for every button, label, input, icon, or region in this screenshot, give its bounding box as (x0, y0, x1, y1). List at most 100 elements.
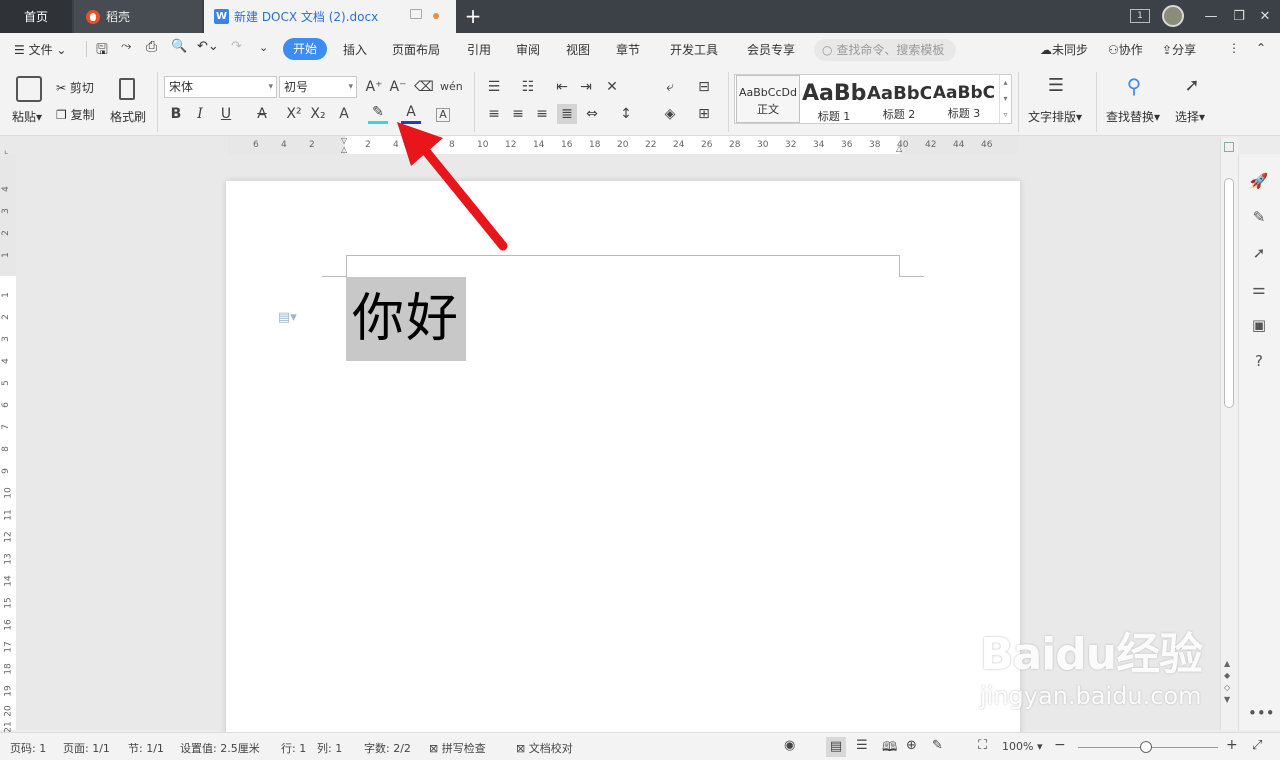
style-scroll-icon[interactable]: ▴ ▾ ▿ (999, 75, 1011, 123)
sliders-icon[interactable]: ⚌ (1248, 278, 1270, 300)
find-replace-button[interactable]: 查找替换▾ (1106, 108, 1160, 125)
strikethrough-icon[interactable]: A (252, 104, 272, 124)
font-size-select[interactable]: 初号 (279, 76, 357, 98)
shading-icon[interactable]: ◈ (660, 104, 680, 124)
more-dots-icon[interactable]: ••• (1248, 702, 1275, 724)
vertical-ruler[interactable]: 4 3 2 1 1 2 3 4 5 6 7 8 9 10 11 12 13 14 15 16 17 18 19 20 21 (0, 154, 16, 733)
avatar[interactable] (1162, 5, 1184, 27)
page-nav-icon[interactable]: ▲ ◆ ◇ ▼ (1224, 658, 1230, 706)
italic-icon[interactable]: I (190, 104, 210, 124)
zoom-slider-thumb[interactable] (1140, 741, 1152, 753)
print-preview-icon[interactable]: 🔍 (171, 39, 187, 54)
print-icon[interactable]: ⎙ (146, 39, 157, 55)
justify-icon[interactable]: ≣ (557, 104, 577, 124)
status-pages[interactable]: 页面: 1/1 (63, 740, 110, 756)
rocket-icon[interactable]: 🚀 (1248, 170, 1270, 192)
decrease-indent-icon[interactable]: ⇤ (552, 77, 572, 97)
screen-icon[interactable] (410, 9, 422, 19)
brush-icon[interactable] (119, 78, 135, 100)
phonetic-icon[interactable]: wén (440, 77, 463, 97)
horizontal-ruler[interactable]: 6 4 2 2 4 8 10 12 14 16 18 20 22 24 26 28 30 32 34 36 38 40 42… (228, 136, 1018, 154)
numbered-list-icon[interactable]: ☷ (518, 77, 538, 97)
style-heading-1[interactable]: AaBb 标题 1 (802, 75, 866, 123)
menu-start[interactable]: 开始 (283, 38, 327, 60)
selected-text[interactable]: 你好 (346, 277, 466, 361)
file-menu[interactable]: ☰ 文件 ⌄ (14, 41, 66, 58)
customize-icon[interactable]: ⌄ (259, 41, 268, 54)
status-col[interactable]: 列: 1 (317, 740, 342, 756)
superscript-icon[interactable]: X² (284, 104, 304, 124)
outline-view-icon[interactable]: ☰ (856, 738, 868, 753)
bold-icon[interactable]: B (166, 104, 186, 124)
redo-icon[interactable]: ↷ (231, 39, 242, 54)
fit-page-icon[interactable]: ⛶ (978, 738, 987, 753)
borders-icon[interactable]: ⊞ (694, 104, 714, 124)
eye-icon[interactable]: ◉ (784, 738, 795, 753)
text-effect-icon[interactable]: A (334, 104, 354, 124)
page-view-icon[interactable]: ▤ (826, 737, 846, 757)
scroll-thumb[interactable] (1224, 178, 1234, 408)
paste-icon[interactable] (16, 76, 42, 102)
menu-references[interactable]: 引用 (467, 41, 491, 58)
pen-icon[interactable]: ✎ (1248, 206, 1270, 228)
pointer-icon[interactable]: ➚ (1248, 242, 1270, 264)
status-setting[interactable]: 设置值: 2.5厘米 (180, 740, 260, 756)
status-row[interactable]: 行: 1 (281, 740, 306, 756)
paragraph-mark-icon[interactable]: ⤶ (660, 77, 680, 97)
tab-document[interactable]: W 新建 DOCX 文档 (2).docx (204, 0, 456, 33)
right-indent-marker-icon[interactable]: △ (896, 144, 904, 153)
chinese-layout-icon[interactable]: ✕ (602, 77, 622, 97)
tab-home[interactable]: 首页 (0, 0, 72, 33)
share-button[interactable]: ⇪分享 (1162, 41, 1196, 58)
fullscreen-icon[interactable]: ⤢ (1252, 738, 1262, 753)
unsync-button[interactable]: ☁未同步 (1040, 41, 1088, 58)
collapse-ribbon-icon[interactable]: ⌃ (1256, 41, 1266, 55)
select-button[interactable]: 选择▾ (1175, 108, 1205, 125)
scroll-top-icon[interactable] (1224, 142, 1234, 152)
bullet-list-icon[interactable]: ☰ (484, 77, 504, 97)
clear-format-icon[interactable]: ⌫ (414, 77, 434, 97)
proofread-button[interactable]: ⊠ 文档校对 (516, 740, 573, 756)
indent-marker-icon[interactable]: ▽ △ (341, 136, 349, 154)
web-view-icon[interactable]: ⊕ (906, 738, 917, 753)
backup-icon[interactable]: ▣ (1248, 314, 1270, 336)
menu-section[interactable]: 章节 (616, 41, 640, 58)
menu-member[interactable]: 会员专享 (747, 41, 795, 58)
status-section[interactable]: 节: 1/1 (128, 740, 164, 756)
style-heading-2[interactable]: AaBbC 标题 2 (867, 75, 931, 123)
write-view-icon[interactable]: ✎ (932, 738, 943, 753)
shrink-font-icon[interactable]: A⁻ (388, 77, 408, 97)
grow-font-icon[interactable]: A⁺ (364, 77, 384, 97)
style-heading-3[interactable]: AaBbC 标题 3 (932, 75, 996, 123)
tab-daoke[interactable]: 稻壳 (74, 0, 202, 33)
menu-view[interactable]: 视图 (566, 41, 590, 58)
zoom-select[interactable]: 100% ▾ (1002, 740, 1042, 753)
status-page[interactable]: 页码: 1 (10, 740, 46, 756)
font-name-select[interactable]: 宋体 (164, 76, 277, 98)
format-painter-button[interactable]: 格式刷 (110, 108, 146, 125)
help-icon[interactable]: ? (1248, 350, 1270, 372)
zoom-out-icon[interactable]: − (1054, 737, 1066, 753)
text-layout-button[interactable]: 文字排版▾ (1028, 108, 1082, 125)
undo-icon[interactable]: ↶⌄ (197, 39, 219, 54)
save-icon[interactable]: 🖫 (96, 39, 108, 63)
menu-review[interactable]: 审阅 (516, 41, 540, 58)
style-normal[interactable]: AaBbCcDd 正文 (736, 75, 800, 123)
more-icon[interactable]: ⋮ (1228, 41, 1240, 55)
new-tab-icon[interactable]: + (462, 6, 484, 28)
vertical-scrollbar[interactable]: ▲ ◆ ◇ ▼ (1220, 138, 1238, 730)
subscript-icon[interactable]: X₂ (308, 104, 328, 124)
command-search-input[interactable]: ○ 查找命令、搜索模板 (814, 39, 956, 61)
status-words[interactable]: 字数: 2/2 (364, 740, 411, 756)
highlight-icon[interactable]: ✎ (368, 104, 388, 124)
read-view-icon[interactable]: 🕮 (882, 738, 897, 760)
menu-developer[interactable]: 开发工具 (670, 41, 718, 58)
zoom-in-icon[interactable]: + (1226, 737, 1238, 753)
distribute-icon[interactable]: ⇔ (582, 104, 602, 124)
menu-insert[interactable]: 插入 (343, 41, 367, 58)
window-count-icon[interactable]: 1 (1130, 9, 1150, 23)
copy-button[interactable]: ❐ 复制 (56, 106, 95, 123)
table-layout-icon[interactable]: ⊟ (694, 77, 714, 97)
paragraph-handle-icon[interactable]: ▤▾ (278, 310, 297, 325)
spell-check-button[interactable]: ⊠ 拼写检查 (429, 740, 486, 756)
